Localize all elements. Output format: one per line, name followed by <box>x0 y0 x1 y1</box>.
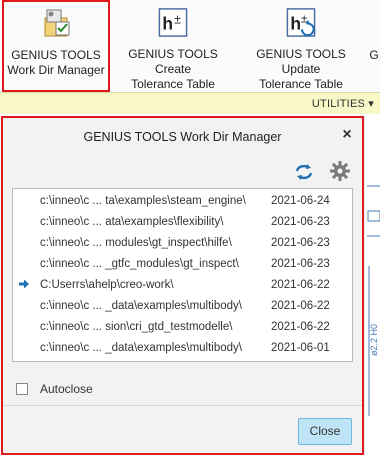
create-tolerance-table-button[interactable]: h ± GENIUS TOOLS Create Tolerance Table <box>112 0 234 92</box>
dir-path: c:\inneo\c ... ta\examples\steam_engine\ <box>40 195 246 207</box>
close-icon[interactable]: × <box>338 126 356 144</box>
dir-date: 2021-06-23 <box>271 237 330 249</box>
list-item[interactable]: c:\inneo\c ... _data\examples\multibody\… <box>13 338 352 359</box>
ribbon-button-label-1: G <box>369 48 379 62</box>
list-item[interactable]: c:\inneo\c ... ata\examples\flexibility\… <box>13 212 352 233</box>
ribbon-overflow-button[interactable]: G <box>368 0 380 92</box>
svg-text:ø2.2 H0: ø2.2 H0 <box>369 324 379 356</box>
list-item[interactable]: c:\inneo\c ... ta\examples\steam_engine\… <box>13 191 352 212</box>
svg-text:h: h <box>162 13 173 33</box>
current-dir-arrow-icon <box>19 279 29 289</box>
dir-date: 2021-06-22 <box>271 300 330 312</box>
drawing-fragment: ø2.2 H0 <box>367 185 380 416</box>
dir-path: c:\inneo\c ... _data\examples\multibody\ <box>40 300 242 312</box>
dir-date: 2021-06-22 <box>271 321 330 333</box>
work-dir-list[interactable]: c:\inneo\c ... ta\examples\steam_engine\… <box>12 188 353 362</box>
ribbon-button-label-1: GENIUS TOOLS Update <box>256 47 346 76</box>
gear-icon[interactable] <box>329 160 351 182</box>
refresh-icon[interactable] <box>293 162 315 182</box>
update-tolerance-table-button[interactable]: h ± GENIUS TOOLS Update Tolerance Table <box>238 0 364 92</box>
dir-date: 2021-06-23 <box>271 216 330 228</box>
autoclose-checkbox[interactable] <box>16 383 28 395</box>
background-drawing: ø2.2 H0 <box>364 116 380 455</box>
close-button[interactable]: Close <box>298 418 352 445</box>
ribbon-button-label-1: GENIUS TOOLS Create <box>128 47 218 76</box>
work-dir-manager-icon <box>44 9 70 37</box>
ribbon-button-label-2: Work Dir Manager <box>7 63 105 77</box>
dir-path: C:Userrs\ahelp\creo-work\ <box>40 279 174 291</box>
autoclose-label: Autoclose <box>40 382 93 396</box>
dir-date: 2021-06-23 <box>271 258 330 270</box>
list-item[interactable]: c:\inneo\c ... sion\cri_gtd_testmodelle\… <box>13 317 352 338</box>
ribbon: GENIUS TOOLS Work Dir Manager h ± GENIUS… <box>0 0 380 92</box>
dir-path: c:\inneo\c ... modules\gt_inspect\hilfe\ <box>40 237 232 249</box>
ribbon-overflow-icon <box>368 6 380 40</box>
divider <box>3 405 362 406</box>
dialog-title: GENIUS TOOLS Work Dir Manager <box>83 130 282 144</box>
tolerance-table-create-icon: h ± <box>158 8 188 37</box>
ribbon-button-label-2: Tolerance Table <box>131 77 215 91</box>
list-item[interactable]: c:\inneo\c ... _data\examples\multibody\… <box>13 296 352 317</box>
dir-path: c:\inneo\c ... ata\examples\flexibility\ <box>40 216 224 228</box>
svg-text:h: h <box>290 13 301 33</box>
ribbon-group-bar: UTILITIES ▾ <box>0 92 380 114</box>
list-item[interactable]: c:\inneo\c ... modules\gt_inspect\hilfe\… <box>13 233 352 254</box>
dir-path: c:\inneo\c ... _gtfc_modules\gt_inspect\ <box>40 258 239 270</box>
dialog-titlebar[interactable]: GENIUS TOOLS Work Dir Manager × <box>3 118 362 154</box>
svg-text:±: ± <box>174 12 181 26</box>
tolerance-table-update-icon: h ± <box>286 8 316 37</box>
dir-date: 2021-06-01 <box>271 342 330 354</box>
ribbon-button-label-1: GENIUS TOOLS <box>11 48 101 62</box>
work-dir-manager-dialog: GENIUS TOOLS Work Dir Manager × c:\inneo… <box>1 116 364 455</box>
dir-date: 2021-06-22 <box>271 279 330 291</box>
list-item-current[interactable]: C:Userrs\ahelp\creo-work\ 2021-06-22 <box>13 275 352 296</box>
dir-path: c:\inneo\c ... sion\cri_gtd_testmodelle\ <box>40 321 233 333</box>
dir-path: c:\inneo\c ... _data\examples\multibody\ <box>40 342 242 354</box>
ribbon-button-label-2: Tolerance Table <box>259 77 343 91</box>
dir-date: 2021-06-24 <box>271 195 330 207</box>
list-item[interactable]: c:\inneo\c ... _gtfc_modules\gt_inspect\… <box>13 254 352 275</box>
utilities-group-label[interactable]: UTILITIES ▾ <box>312 97 374 110</box>
work-dir-manager-button[interactable]: GENIUS TOOLS Work Dir Manager <box>2 0 110 92</box>
dialog-toolbar <box>3 158 362 186</box>
